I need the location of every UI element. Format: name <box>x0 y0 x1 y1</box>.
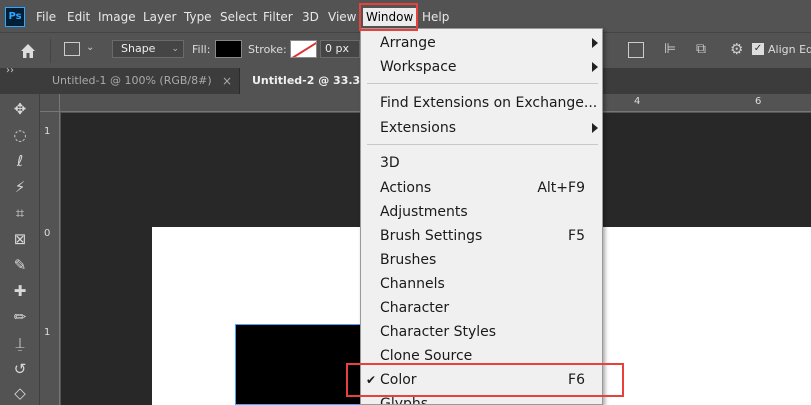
menu-layer[interactable]: Layer <box>143 8 176 26</box>
menu-item-extensions[interactable]: Extensions <box>361 116 602 140</box>
close-icon[interactable]: × <box>222 68 232 94</box>
menu-item-character-styles[interactable]: Character Styles <box>361 320 602 344</box>
magic-wand-tool-icon[interactable]: ⚡ <box>8 176 32 198</box>
annotation-highlight-color <box>346 363 624 397</box>
annotation-highlight-window <box>359 3 418 31</box>
menu-separator <box>367 144 598 145</box>
menu-item-actions[interactable]: Actions Alt+F9 <box>361 176 602 200</box>
path-operations-icon[interactable] <box>628 42 644 58</box>
tab-untitled-2[interactable]: Untitled-2 @ 33.3% <box>240 68 365 94</box>
align-edges-label: Align Ed <box>768 43 811 56</box>
menu-type[interactable]: Type <box>184 8 212 26</box>
menu-item-channels[interactable]: Channels <box>361 272 602 296</box>
menu-file[interactable]: File <box>36 8 56 26</box>
menu-item-3d[interactable]: 3D <box>361 151 602 175</box>
submenu-arrow-icon <box>592 62 598 72</box>
menu-item-find-extensions[interactable]: Find Extensions on Exchange... <box>361 91 602 115</box>
ruler-origin[interactable] <box>40 94 60 112</box>
tools-panel: ✥ ◌ ℓ ⚡ ⌗ ⊠ ✎ ✚ ✏ ⍊ ↺ ◇ <box>0 94 40 405</box>
crop-tool-icon[interactable]: ⌗ <box>8 202 32 224</box>
window-menu-dropdown: Arrange Workspace Find Extensions on Exc… <box>360 28 603 405</box>
ruler-label: 6 <box>755 96 762 107</box>
eyedropper-tool-icon[interactable]: ✎ <box>8 254 32 276</box>
eraser-tool-icon[interactable]: ◇ <box>8 382 32 404</box>
menu-help[interactable]: Help <box>422 8 449 26</box>
menu-edit[interactable]: Edit <box>67 8 90 26</box>
toolbar-divider <box>50 39 51 63</box>
tab-label: Untitled-1 @ 100% (RGB/8#) <box>52 74 212 87</box>
tab-untitled-1[interactable]: Untitled-1 @ 100% (RGB/8#) <box>40 68 240 94</box>
stroke-width-input[interactable]: 0 px <box>320 40 360 58</box>
chevron-down-icon[interactable]: ⌄ <box>86 42 94 53</box>
fill-color-swatch[interactable] <box>215 40 242 58</box>
home-icon[interactable] <box>18 41 38 61</box>
stroke-label: Stroke: <box>248 43 287 56</box>
gear-icon[interactable]: ⚙ <box>730 40 743 58</box>
menu-image[interactable]: Image <box>98 8 136 26</box>
photoshop-logo-icon: Ps <box>5 7 25 27</box>
shortcut-label: F5 <box>568 228 585 244</box>
lasso-tool-icon[interactable]: ℓ <box>8 150 32 172</box>
path-arrangement-icon[interactable]: ⧉ <box>696 41 706 57</box>
menu-item-character[interactable]: Character <box>361 296 602 320</box>
menu-item-adjustments[interactable]: Adjustments <box>361 200 602 224</box>
stroke-color-swatch[interactable] <box>290 40 317 58</box>
shortcut-label: Alt+F9 <box>537 180 585 196</box>
menu-select[interactable]: Select <box>220 8 257 26</box>
vertical-ruler[interactable]: 1 0 1 <box>40 112 60 405</box>
move-tool-icon[interactable]: ✥ <box>8 98 32 120</box>
collapse-panel-icon[interactable]: ›› <box>6 65 14 76</box>
tab-label: Untitled-2 @ 33.3% <box>252 74 365 87</box>
ruler-label: 0 <box>44 228 51 239</box>
ruler-label: 1 <box>44 126 51 137</box>
history-brush-tool-icon[interactable]: ↺ <box>8 358 32 380</box>
menu-item-brush-settings[interactable]: Brush Settings F5 <box>361 224 602 248</box>
path-alignment-icon[interactable]: ⊫ <box>664 41 676 57</box>
menu-view[interactable]: View <box>328 8 356 26</box>
chevron-down-icon: ⌄ <box>171 44 179 54</box>
elliptical-marquee-tool-icon[interactable]: ◌ <box>8 124 32 146</box>
shape-tool-preset-icon[interactable] <box>64 42 80 56</box>
ruler-label: 4 <box>634 96 641 107</box>
healing-brush-tool-icon[interactable]: ✚ <box>8 280 32 302</box>
submenu-arrow-icon <box>592 38 598 48</box>
submenu-arrow-icon <box>592 123 598 133</box>
align-edges-checkbox[interactable]: ✓ <box>752 43 764 55</box>
menu-item-brushes[interactable]: Brushes <box>361 248 602 272</box>
shape-mode-value: Shape <box>121 42 156 55</box>
fill-label: Fill: <box>192 43 211 56</box>
clone-stamp-tool-icon[interactable]: ⍊ <box>8 332 32 354</box>
menu-item-arrange[interactable]: Arrange <box>361 31 602 55</box>
menu-3d[interactable]: 3D <box>302 8 319 26</box>
menu-filter[interactable]: Filter <box>263 8 293 26</box>
shape-mode-select[interactable]: Shape ⌄ <box>112 40 184 58</box>
brush-tool-icon[interactable]: ✏ <box>8 306 32 328</box>
menu-separator <box>367 83 598 84</box>
menu-item-workspace[interactable]: Workspace <box>361 55 602 79</box>
ruler-label: 1 <box>44 327 51 338</box>
frame-tool-icon[interactable]: ⊠ <box>8 228 32 250</box>
